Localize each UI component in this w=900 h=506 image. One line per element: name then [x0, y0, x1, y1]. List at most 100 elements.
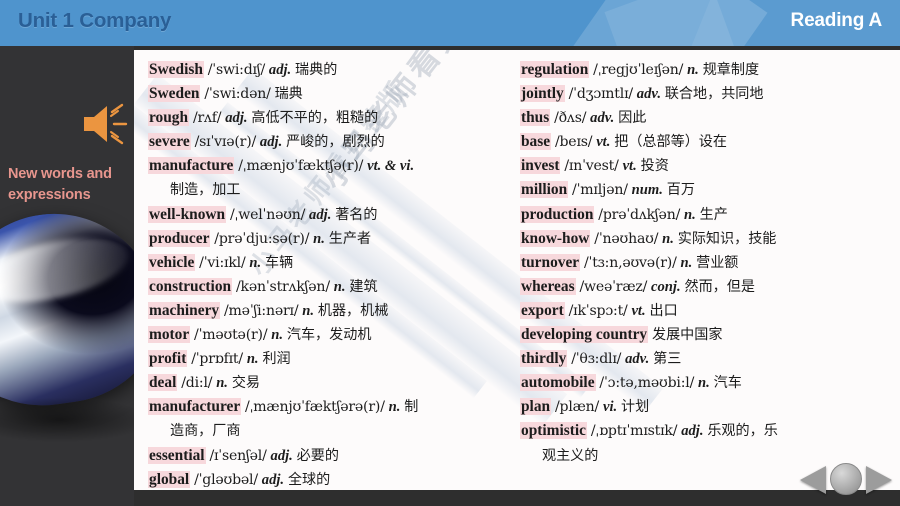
word-part-of-speech: adj. — [225, 110, 248, 127]
speaker-icon[interactable] — [82, 103, 130, 145]
home-button-icon[interactable] — [830, 463, 862, 495]
word-meaning: 计划 — [621, 399, 650, 416]
word-part-of-speech: n. — [388, 399, 401, 416]
word-entry: export /ɪkˈspɔ:t/ vt. 出口 — [520, 299, 896, 323]
word-part-of-speech: adj. — [268, 62, 292, 78]
word-headword: million — [520, 181, 569, 199]
word-entry: base /beɪs/ vt. 把（总部等）设在 — [520, 130, 896, 154]
word-pronunciation: /ˈθɜ:dlɪ/ — [571, 351, 622, 368]
word-pronunciation: /ˈswi:dən/ — [204, 86, 271, 103]
word-pronunciation: /plæn/ — [554, 399, 600, 416]
word-meaning: 把（总部等）设在 — [614, 134, 727, 151]
word-pronunciation: /ɪnˈvest/ — [564, 158, 619, 175]
word-part-of-speech: adv. — [636, 86, 661, 103]
word-entry: manufacturer /ˌmænjʊˈfæktʃərə(r)/ n. 制 — [148, 395, 520, 419]
word-headword: export — [520, 301, 565, 319]
word-pronunciation: /ˈgləʊbəl/ — [194, 471, 258, 488]
page-title: Unit 1 Company — [18, 9, 172, 32]
word-entry: motor /ˈməʊtə(r)/ n. 汽车，发动机 — [148, 323, 520, 347]
word-headword: turnover — [520, 253, 581, 271]
word-part-of-speech: vi. — [602, 399, 618, 416]
word-part-of-speech: n. — [662, 230, 674, 247]
word-meaning: 高低不平的，粗糙的 — [251, 110, 379, 127]
word-headword: machinery — [148, 301, 221, 319]
word-headword: thirdly — [520, 350, 568, 368]
word-part-of-speech: vt. — [622, 158, 637, 175]
word-meaning: 车辆 — [265, 254, 294, 271]
word-meaning: 然而，但是 — [684, 278, 755, 295]
word-entry: production /prəˈdʌkʃən/ n. 生产 — [520, 203, 896, 227]
word-headword: essential — [148, 446, 206, 464]
word-meaning: 交易 — [231, 375, 260, 392]
word-entry: Swedish /ˈswi:dɪʃ/ adj. 瑞典的 — [148, 58, 520, 82]
word-entry: severe /sɪˈvɪə(r)/ adj. 严峻的，剧烈的 — [148, 130, 520, 154]
word-headword: profit — [148, 350, 188, 368]
word-pronunciation: /ɪˈsenʃəl/ — [209, 447, 267, 464]
word-headword: deal — [148, 374, 178, 392]
word-pronunciation: /beɪs/ — [554, 134, 593, 151]
previous-slide-icon[interactable] — [800, 466, 826, 494]
word-meaning: 利润 — [262, 351, 291, 368]
word-pronunciation: /sɪˈvɪə(r)/ — [194, 134, 257, 151]
word-entry: jointly /ˈdʒɔɪntlɪ/ adv. 联合地，共同地 — [520, 82, 896, 106]
word-entry: vehicle /ˈvi:ɪkl/ n. 车辆 — [148, 251, 520, 275]
word-headword: severe — [148, 133, 191, 151]
word-entry: optimistic /ˌɒptɪˈmɪstɪk/ adj. 乐观的，乐 — [520, 419, 896, 443]
word-headword: vehicle — [148, 253, 196, 271]
word-entry: well-known /ˌwelˈnəʊn/ adj. 著名的 — [148, 203, 520, 227]
word-headword: manufacturer — [148, 398, 242, 416]
word-meaning: 瑞典 — [274, 86, 303, 103]
word-meaning: 机器，机械 — [317, 302, 389, 319]
word-part-of-speech: adj. — [270, 447, 293, 464]
word-part-of-speech: vt. — [631, 302, 646, 319]
word-pronunciation: /ˌmænjʊˈfæktʃərə(r)/ — [245, 399, 385, 416]
word-list-column-left: Swedish /ˈswi:dɪʃ/ adj. 瑞典的 Sweden /ˈswi:… — [148, 58, 520, 490]
car-photo — [0, 200, 134, 418]
word-headword: developing country — [520, 326, 649, 344]
word-entry: developing country 发展中国家 — [520, 323, 896, 347]
word-pronunciation: /ˈprɒfɪt/ — [191, 351, 243, 368]
slide-header: Unit 1 Company Reading A — [0, 0, 900, 46]
word-entry: essential /ɪˈsenʃəl/ adj. 必要的 — [148, 444, 520, 468]
word-pronunciation: /rʌf/ — [192, 110, 222, 127]
word-pronunciation: /kənˈstrʌkʃən/ — [235, 278, 330, 295]
word-meaning: 全球的 — [287, 471, 331, 488]
word-meaning: 投资 — [640, 158, 669, 175]
word-entry: rough /rʌf/ adj. 高低不平的，粗糙的 — [148, 106, 520, 130]
word-pronunciation: /di:l/ — [181, 375, 213, 392]
word-headword: regulation — [520, 61, 590, 78]
word-meaning: 联合地，共同地 — [664, 86, 764, 103]
word-entry: regulation /ˌregjʊˈleɪʃən/ n. 规章制度 — [520, 58, 896, 82]
word-meaning: 规章制度 — [702, 62, 760, 78]
word-part-of-speech: n. — [271, 327, 284, 344]
word-headword: rough — [148, 109, 190, 127]
word-entry: know-how /ˈnəʊhaʊ/ n. 实际知识，技能 — [520, 227, 896, 251]
word-part-of-speech: vt. — [596, 134, 611, 151]
word-entry: thus /ðʌs/ adv. 因此 — [520, 106, 896, 130]
word-entry: profit /ˈprɒfɪt/ n. 利润 — [148, 347, 520, 371]
word-part-of-speech: conj. — [651, 278, 681, 295]
word-headword: jointly — [520, 85, 565, 103]
word-meaning: 实际知识，技能 — [677, 230, 777, 247]
word-pronunciation: /ˌregjʊˈleɪʃən/ — [593, 62, 684, 78]
word-pronunciation: /ˈdʒɔɪntlɪ/ — [568, 86, 634, 103]
next-slide-icon[interactable] — [866, 466, 892, 494]
word-part-of-speech: adj. — [261, 471, 285, 488]
word-entry: whereas /weəˈræz/ conj. 然而，但是 — [520, 275, 896, 299]
word-headword: know-how — [520, 229, 591, 247]
word-part-of-speech: vt. & vi. — [367, 158, 415, 175]
word-meaning: 百万 — [666, 182, 695, 199]
word-headword: automobile — [520, 374, 596, 392]
word-pronunciation: /ˌwelˈnəʊn/ — [229, 206, 306, 223]
word-meaning: 乐观的，乐 — [707, 423, 778, 440]
section-title: Reading A — [790, 10, 883, 31]
new-words-label: New words and expressions — [8, 166, 112, 203]
word-pronunciation: /ˌmænjʊˈfæktʃə(r)/ — [238, 158, 364, 175]
word-meaning: 制 — [404, 399, 419, 416]
word-headword: optimistic — [520, 422, 587, 440]
word-headword: Swedish — [148, 61, 204, 78]
word-part-of-speech: n. — [687, 62, 699, 78]
word-part-of-speech: adj. — [681, 423, 704, 440]
word-entry: machinery /məˈʃi:nərɪ/ n. 机器，机械 — [148, 299, 520, 323]
word-entry: turnover /ˈtɜ:n,əʊvə(r)/ n. 营业额 — [520, 251, 896, 275]
